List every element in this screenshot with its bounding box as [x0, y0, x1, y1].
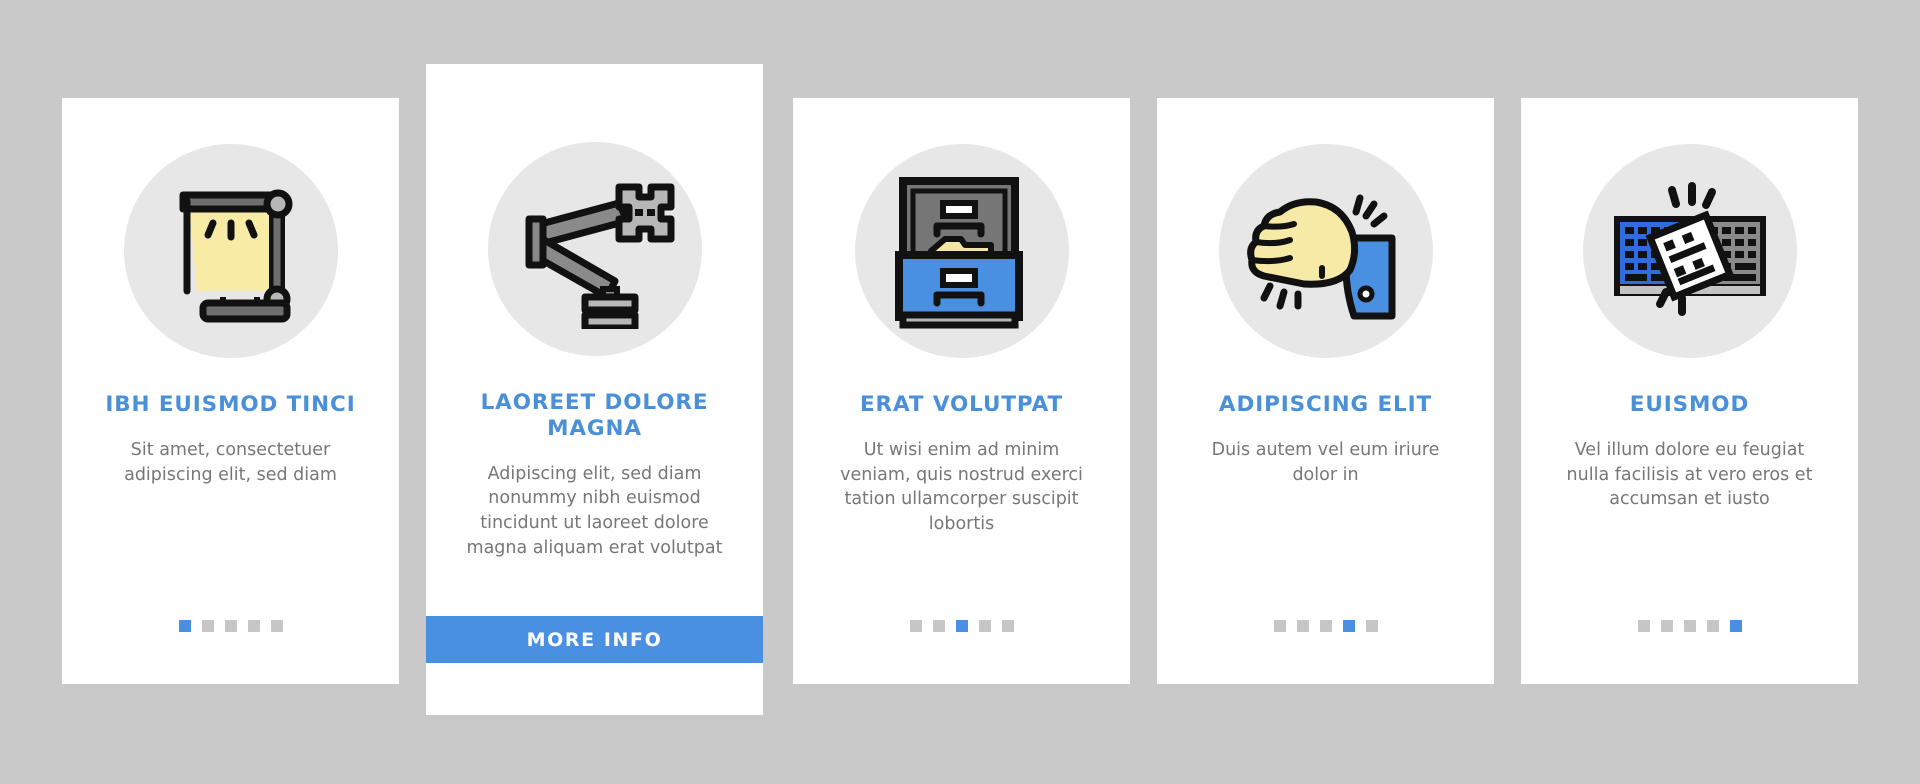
pagination-dot-2[interactable] — [201, 620, 214, 632]
pagination-dot-1[interactable] — [1273, 620, 1286, 632]
onboarding-card-4[interactable]: ADIPISCING ELIT Duis autem vel eum iriur… — [1157, 98, 1494, 684]
monitor-arm-mount-icon — [515, 169, 675, 329]
pagination-dot-3[interactable] — [955, 620, 968, 632]
pagination-dot-4[interactable] — [1342, 620, 1355, 632]
filing-cabinet-icon — [887, 171, 1037, 331]
icon-badge-2 — [487, 142, 702, 356]
icon-badge-1 — [123, 144, 338, 358]
pagination-dot-5[interactable] — [1365, 620, 1378, 632]
icon-badge-3 — [854, 144, 1069, 358]
card-body-3: Ut wisi enim ad minim veniam, quis nostr… — [840, 439, 1083, 535]
more-info-button[interactable]: MORE INFO — [426, 616, 763, 663]
onboarding-card-2-featured[interactable]: LAOREET DOLORE MAGNA Adipiscing elit, se… — [426, 64, 763, 715]
pagination-dots-1[interactable] — [178, 620, 283, 632]
card-body-4: Duis autem vel eum iriure dolor in — [1211, 439, 1440, 485]
pagination-dot-2[interactable] — [932, 620, 945, 632]
card-title-2: LAOREET DOLORE MAGNA — [480, 390, 709, 441]
pagination-dot-3[interactable] — [224, 620, 237, 632]
onboarding-card-1[interactable]: IBH EUISMOD TINCI Sit amet, consectetuer… — [62, 98, 399, 684]
pagination-dots-4[interactable] — [1273, 620, 1378, 632]
pagination-dot-3[interactable] — [1319, 620, 1332, 632]
keyboard-cleaning-icon — [1604, 176, 1776, 326]
pagination-dots-5[interactable] — [1637, 620, 1742, 632]
pagination-dot-1[interactable] — [1637, 620, 1650, 632]
icon-badge-5 — [1582, 144, 1797, 358]
card-title-3: ERAT VOLUTPAT — [859, 392, 1064, 417]
onboarding-card-3[interactable]: ERAT VOLUTPAT Ut wisi enim ad minim veni… — [793, 98, 1130, 684]
card-body-1: Sit amet, consectetuer adipiscing elit, … — [124, 439, 337, 485]
card-body-2: Adipiscing elit, sed diam nonummy nibh e… — [466, 463, 723, 559]
pagination-dot-2[interactable] — [1296, 620, 1309, 632]
pagination-dot-5[interactable] — [1001, 620, 1014, 632]
pagination-dot-4[interactable] — [1706, 620, 1719, 632]
card-body-5: Vel illum dolore eu feugiat nulla facili… — [1566, 439, 1813, 510]
card-title-5: EUISMOD — [1629, 392, 1750, 417]
pagination-dot-5[interactable] — [1729, 620, 1742, 632]
onboarding-card-5[interactable]: EUISMOD Vel illum dolore eu feugiat null… — [1521, 98, 1858, 684]
pagination-dot-4[interactable] — [978, 620, 991, 632]
hand-squeezing-stress-ball-icon — [1242, 176, 1410, 326]
pagination-dot-1[interactable] — [178, 620, 191, 632]
onboarding-screens-container: IBH EUISMOD TINCI Sit amet, consectetuer… — [0, 0, 1920, 784]
pagination-dots-3[interactable] — [909, 620, 1014, 632]
pagination-dot-2[interactable] — [1660, 620, 1673, 632]
icon-badge-4 — [1218, 144, 1433, 358]
pagination-dot-3[interactable] — [1683, 620, 1696, 632]
desk-lamp-icon — [151, 171, 311, 331]
pagination-dot-1[interactable] — [909, 620, 922, 632]
card-title-1: IBH EUISMOD TINCI — [105, 392, 356, 417]
card-title-4: ADIPISCING ELIT — [1218, 392, 1433, 417]
pagination-dot-4[interactable] — [247, 620, 260, 632]
pagination-dot-5[interactable] — [270, 620, 283, 632]
